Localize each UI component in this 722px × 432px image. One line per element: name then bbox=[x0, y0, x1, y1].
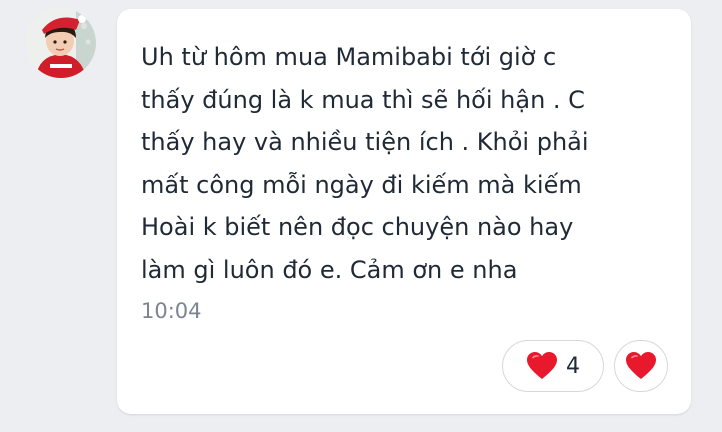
reaction-count: 4 bbox=[566, 353, 580, 379]
heart-icon bbox=[625, 351, 657, 381]
message-line: Uh từ hôm mua Mamibabi tới giờ c bbox=[141, 43, 557, 71]
message-timestamp: 10:04 bbox=[141, 299, 202, 323]
message-line: làm gì luôn đó e. Cảm ơn e nha bbox=[141, 255, 518, 284]
message-bubble: Uh từ hôm mua Mamibabi tới giờ c thấy đú… bbox=[117, 9, 691, 414]
avatar[interactable] bbox=[26, 8, 96, 78]
message-line: Hoài k biết nên đọc chuyện nào hay bbox=[141, 213, 574, 241]
heart-icon bbox=[526, 351, 558, 381]
message-line: mất công mỗi ngày đi kiếm mà kiếm bbox=[141, 170, 582, 199]
heart-reaction-button[interactable] bbox=[614, 340, 668, 392]
message-text: Uh từ hôm mua Mamibabi tới giờ c thấy đú… bbox=[141, 36, 661, 291]
message-line: thấy hay và nhiều tiện ích . Khỏi phải bbox=[141, 128, 589, 156]
message-line: thấy đúng là k mua thì sẽ hối hận . C bbox=[141, 85, 585, 114]
avatar-photo bbox=[26, 8, 96, 78]
heart-reaction-count-button[interactable]: 4 bbox=[502, 340, 604, 392]
